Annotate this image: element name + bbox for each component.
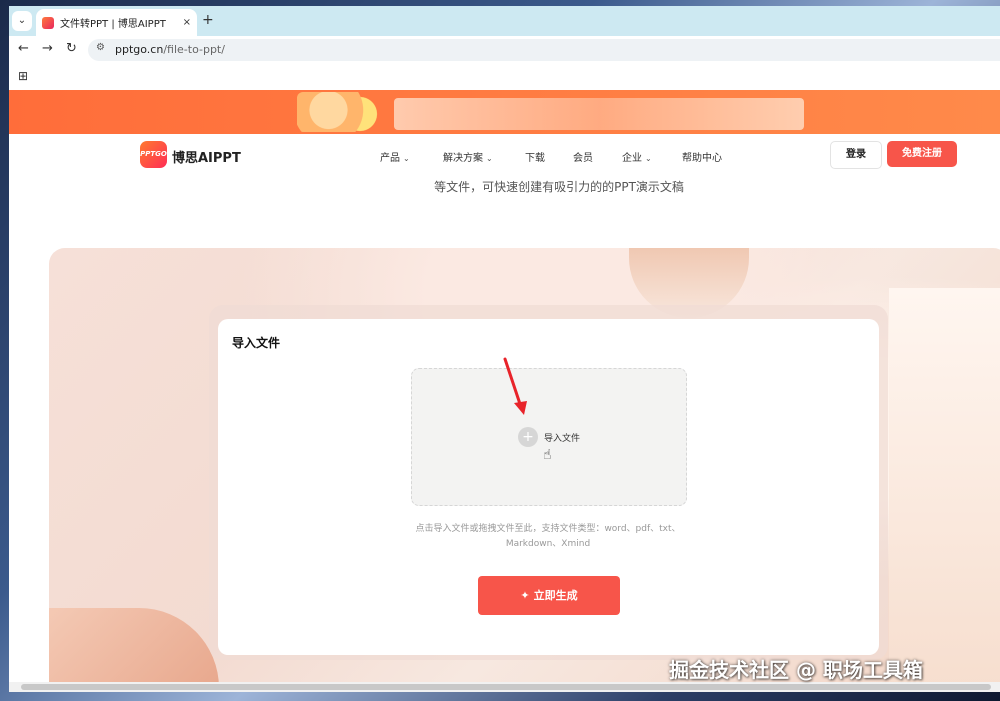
card-title: 导入文件 — [232, 336, 281, 350]
close-icon[interactable]: × — [183, 17, 191, 28]
red-arrow-annotation — [503, 357, 527, 415]
menu-item-label: 帮助中心 — [682, 153, 722, 164]
menu-item-label: 解决方案 — [443, 153, 483, 164]
menu-item-label: 会员 — [573, 153, 593, 164]
supported-types-hint: 点击导入文件或拖拽文件至此，支持文件类型：word、pdf、txt、 Markd… — [408, 522, 688, 552]
register-button[interactable]: 免费注册 — [887, 141, 957, 167]
generate-button[interactable]: ✦ 立即生成 — [478, 576, 620, 615]
generate-label: 立即生成 — [533, 589, 578, 602]
dropzone-label[interactable]: 导入文件 — [544, 431, 580, 444]
file-dropzone[interactable]: + 导入文件 ☝ — [411, 357, 687, 506]
reload-icon[interactable]: ↻ — [66, 40, 77, 58]
logo-icon[interactable]: PPTGO — [140, 141, 167, 168]
tab-bar: ⌄ 文件转PPT | 博思AIPPT × + — [9, 6, 1000, 36]
tab-title: 文件转PPT | 博思AIPPT — [60, 19, 166, 30]
back-icon[interactable]: ← — [18, 40, 29, 58]
apps-grid-icon[interactable]: ⊞ — [18, 69, 28, 83]
page-viewport: PPTGO 博思AIPPT 产品 ⌄ 解决方案 ⌄ 下载 会员 企业 ⌄ 帮助中心 登… — [9, 90, 1000, 692]
hint-line: Markdown、Xmind — [505, 539, 591, 549]
page-subtitle: 等文件，可快速创建有吸引力的的PPT演示文稿 — [434, 180, 684, 194]
navigation-bar: ← → ↻ ⚙ pptgo.cn/file-to-ppt/ — [9, 36, 1000, 63]
menu-item-label: 下载 — [525, 153, 545, 164]
bookmarks-bar: ⊞ — [9, 63, 1000, 90]
hint-line: 点击导入文件或拖拽文件至此，支持文件类型：word、pdf、txt、 — [415, 524, 681, 534]
chevron-down-icon: ⌄ — [645, 154, 652, 163]
menu-item-label: 产品 — [380, 153, 400, 164]
new-tab-button[interactable]: + — [202, 11, 214, 29]
promo-blurred-text — [394, 98, 804, 130]
import-card: 导入文件 + 导入文件 ☝ 点击导入文件或拖拽文件至此，支持文件类型：word、… — [218, 319, 879, 655]
chevron-down-icon: ⌄ — [486, 154, 493, 163]
url-text: pptgo.cn/file-to-ppt/ — [115, 43, 225, 56]
address-bar[interactable]: ⚙ pptgo.cn/file-to-ppt/ — [88, 39, 1000, 61]
site-header: PPTGO 博思AIPPT 产品 ⌄ 解决方案 ⌄ 下载 会员 企业 ⌄ 帮助中心 登… — [9, 134, 1000, 176]
forward-icon[interactable]: → — [42, 40, 53, 58]
menu-item-label: 企业 — [622, 153, 642, 164]
watermark: 掘金技术社区 @ 职场工具箱 — [669, 658, 923, 682]
chevron-down-icon: ⌄ — [403, 154, 410, 163]
horizontal-scrollbar[interactable] — [9, 682, 1000, 692]
site-settings-icon[interactable]: ⚙ — [96, 42, 105, 53]
sparkle-icon: ✦ — [520, 589, 530, 602]
hand-cursor-icon: ☝ — [543, 447, 552, 463]
active-tab[interactable]: 文件转PPT | 博思AIPPT × — [36, 9, 197, 36]
url-host: pptgo.cn — [115, 43, 164, 56]
menu-item-download[interactable]: 下载 — [525, 149, 545, 164]
favicon-icon — [42, 16, 54, 29]
scrollbar-thumb[interactable] — [21, 684, 991, 690]
menu-item-help-center[interactable]: 帮助中心 — [682, 149, 722, 164]
tab-list-button[interactable]: ⌄ — [12, 11, 32, 31]
menu-item-membership[interactable]: 会员 — [573, 149, 593, 164]
brand-name[interactable]: 博思AIPPT — [172, 147, 241, 166]
promo-illustration — [297, 92, 387, 132]
decorative-shape — [889, 288, 1000, 692]
browser-window: ⌄ 文件转PPT | 博思AIPPT × + ← → ↻ ⚙ pptgo.cn/… — [9, 6, 1000, 692]
menu-item-product[interactable]: 产品 ⌄ — [380, 149, 410, 164]
login-button[interactable]: 登录 — [830, 141, 882, 169]
menu-item-enterprise[interactable]: 企业 ⌄ — [622, 149, 652, 164]
promo-banner[interactable] — [9, 90, 1000, 134]
url-path: /file-to-ppt/ — [163, 43, 225, 56]
menu-item-solutions[interactable]: 解决方案 ⌄ — [443, 149, 493, 164]
decorative-shape — [49, 608, 219, 692]
add-file-icon[interactable]: + — [518, 427, 538, 447]
